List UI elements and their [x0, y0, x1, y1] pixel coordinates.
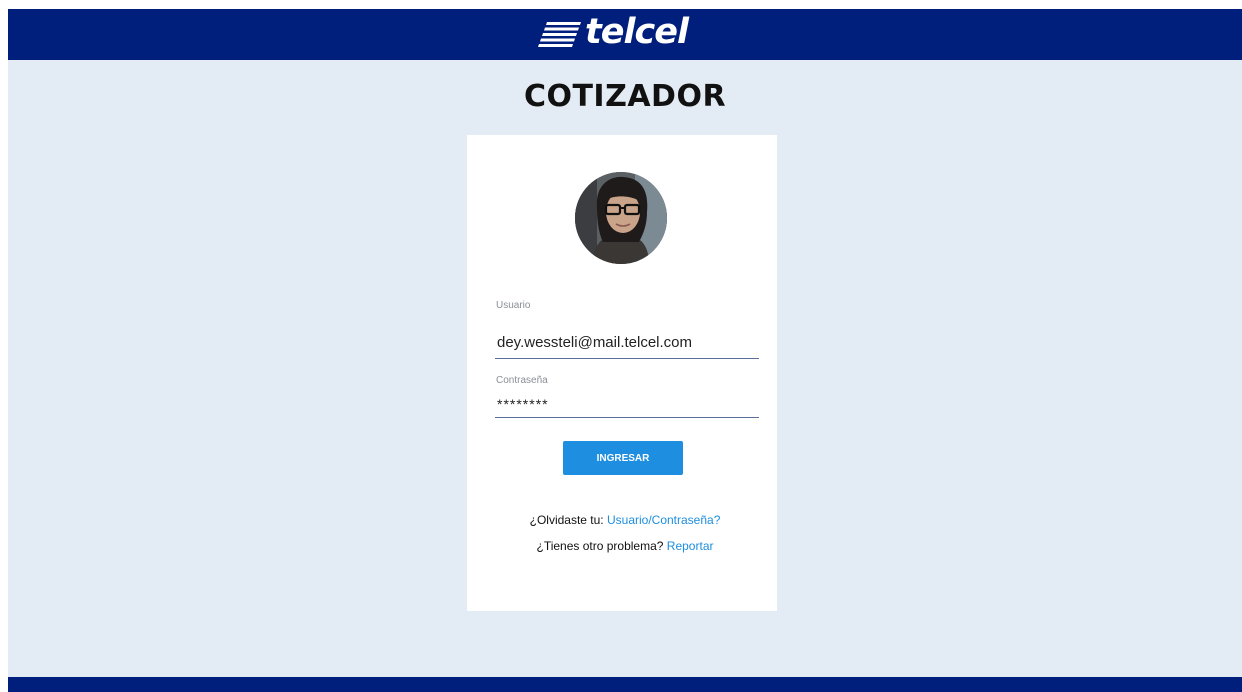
logo-stripes-icon	[538, 22, 581, 47]
footer-bar	[8, 677, 1242, 692]
header-bar: telcel	[8, 9, 1242, 60]
forgot-prefix-text: ¿Olvidaste tu:	[529, 513, 604, 527]
app-frame: telcel COTIZADOR Usuario Contraseña	[8, 9, 1242, 692]
forgot-credentials-line: ¿Olvidaste tu: Usuario/Contraseña?	[467, 513, 777, 527]
forgot-credentials-link[interactable]: Usuario/Contraseña?	[607, 513, 720, 527]
page-title: COTIZADOR	[523, 79, 727, 114]
login-button[interactable]: INGRESAR	[563, 441, 683, 475]
user-avatar	[575, 172, 667, 264]
password-label: Contraseña	[496, 375, 548, 386]
problem-prefix-text: ¿Tienes otro problema?	[536, 539, 664, 553]
login-card: Usuario Contraseña INGRESAR ¿Olvidaste t…	[467, 135, 777, 611]
logo-wordmark: telcel	[585, 12, 689, 52]
username-input[interactable]	[495, 326, 759, 359]
password-input[interactable]	[495, 391, 759, 418]
report-problem-line: ¿Tienes otro problema? Reportar	[467, 539, 777, 553]
telcel-logo: telcel	[537, 12, 707, 57]
report-link[interactable]: Reportar	[667, 539, 714, 553]
user-photo-icon	[575, 172, 667, 264]
username-label: Usuario	[496, 300, 531, 311]
